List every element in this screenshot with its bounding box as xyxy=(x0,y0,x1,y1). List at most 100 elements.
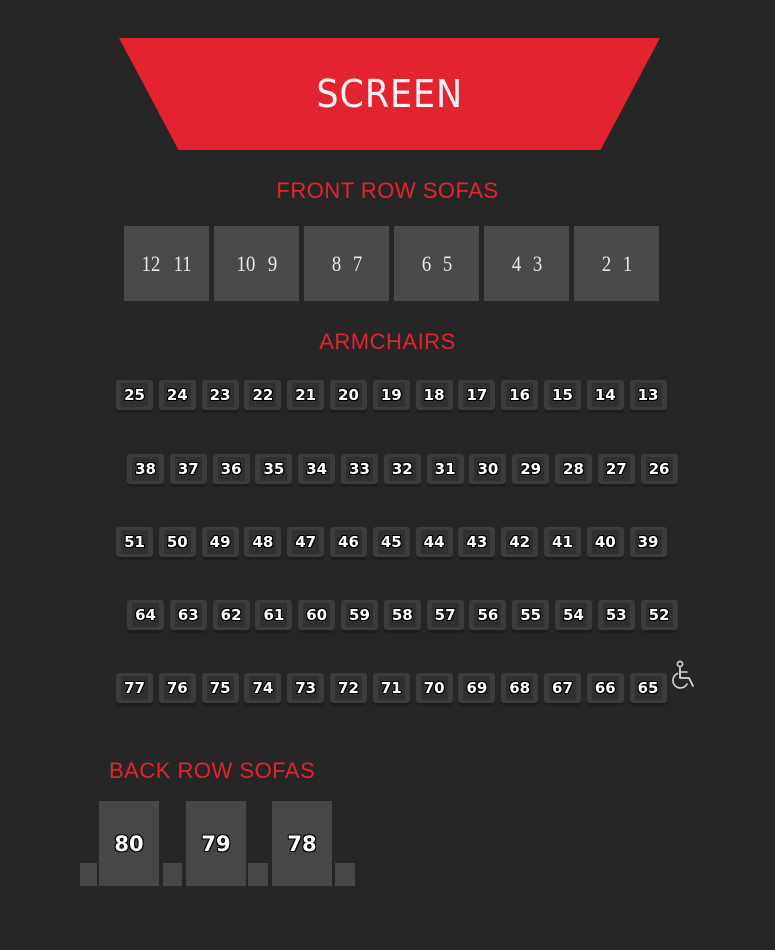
seat-number: 49 xyxy=(209,533,231,551)
armchair-seat[interactable]: 62 xyxy=(212,600,250,633)
armchair-seat[interactable]: 64 xyxy=(127,600,164,633)
armchair-seat[interactable]: 63 xyxy=(169,600,207,633)
seat-number: 53 xyxy=(605,606,627,624)
armchair-seat[interactable]: 27 xyxy=(597,454,635,487)
armchair-seat[interactable]: 23 xyxy=(201,380,239,413)
seat-number: 67 xyxy=(552,679,573,697)
armchair-seat[interactable]: 46 xyxy=(329,527,367,560)
armchair-seat[interactable]: 37 xyxy=(169,454,207,487)
armchair-seat[interactable]: 67 xyxy=(543,673,581,706)
armchair-seat[interactable]: 41 xyxy=(543,527,581,560)
armchair-seat[interactable]: 54 xyxy=(554,600,592,633)
front-sofa-6-5[interactable]: 6 5 xyxy=(394,226,479,301)
armchair-seat[interactable]: 66 xyxy=(586,673,624,706)
armchair-seat[interactable]: 44 xyxy=(415,527,453,560)
seat-number: 71 xyxy=(380,679,402,697)
armchair-seat[interactable]: 51 xyxy=(116,527,153,560)
armchair-seat[interactable]: 49 xyxy=(201,527,239,560)
armchair-seat[interactable]: 13 xyxy=(629,380,667,413)
armchair-seat[interactable]: 77 xyxy=(116,673,153,706)
armchair-seat[interactable]: 14 xyxy=(586,380,624,413)
armchair-seat[interactable]: 35 xyxy=(255,454,293,487)
seat-number: 38 xyxy=(135,460,156,478)
armchair-seat[interactable]: 70 xyxy=(415,673,453,706)
armchair-seat[interactable]: 28 xyxy=(554,454,592,487)
armchair-seat[interactable]: 16 xyxy=(501,380,539,413)
armchair-seat[interactable]: 43 xyxy=(458,527,496,560)
armchair-seat[interactable]: 56 xyxy=(469,600,507,633)
armchair-seat[interactable]: 57 xyxy=(426,600,464,633)
armchair-seat[interactable]: 26 xyxy=(640,454,678,487)
front-sofa-2-1[interactable]: 2 1 xyxy=(574,226,659,301)
armchair-seat[interactable]: 33 xyxy=(340,454,378,487)
seat-number: 1 xyxy=(622,250,632,276)
seat-number: 27 xyxy=(605,460,627,478)
back-sofa-80[interactable]: 80 xyxy=(99,801,159,886)
armchair-seat[interactable]: 52 xyxy=(640,600,678,633)
armchair-seat[interactable]: 45 xyxy=(372,527,410,560)
seat-number: 51 xyxy=(124,533,145,551)
armchair-seat[interactable]: 60 xyxy=(298,600,336,633)
armchair-seat[interactable]: 22 xyxy=(244,380,282,413)
sofa-armrest xyxy=(248,863,268,886)
back-sofa-79[interactable]: 79 xyxy=(186,801,246,886)
armchair-seat[interactable]: 71 xyxy=(372,673,410,706)
back-sofa-78[interactable]: 78 xyxy=(272,801,332,886)
armchair-seat[interactable]: 34 xyxy=(298,454,336,487)
armchair-seat[interactable]: 74 xyxy=(244,673,282,706)
armchair-seat[interactable]: 58 xyxy=(383,600,421,633)
armchair-seat[interactable]: 68 xyxy=(501,673,539,706)
armchair-seat[interactable]: 72 xyxy=(329,673,367,706)
armchair-seat[interactable]: 76 xyxy=(158,673,196,706)
armchair-seat[interactable]: 38 xyxy=(127,454,164,487)
armchair-seat[interactable]: 15 xyxy=(543,380,581,413)
seat-number: 45 xyxy=(380,533,402,551)
armchair-seat[interactable]: 69 xyxy=(458,673,496,706)
armchair-seat[interactable]: 24 xyxy=(158,380,196,413)
armchair-seat[interactable]: 31 xyxy=(426,454,464,487)
armchair-seat[interactable]: 36 xyxy=(212,454,250,487)
front-sofa-10-9[interactable]: 10 9 xyxy=(214,226,299,301)
seat-number: 61 xyxy=(263,606,285,624)
seat-number: 69 xyxy=(466,679,488,697)
armchair-seat[interactable]: 61 xyxy=(255,600,293,633)
seat-number: 54 xyxy=(563,606,584,624)
armchair-seat[interactable]: 59 xyxy=(340,600,378,633)
seat-number: 23 xyxy=(209,386,231,404)
back-row-sofas-heading: BACK ROW SOFAS xyxy=(109,758,316,783)
armchair-seat[interactable]: 40 xyxy=(586,527,624,560)
sofa-armrest xyxy=(80,863,97,886)
armchair-seat[interactable]: 25 xyxy=(116,380,153,413)
armchair-seat[interactable]: 42 xyxy=(501,527,539,560)
armchair-seat[interactable]: 73 xyxy=(287,673,325,706)
front-sofa-row: 12 11 10 9 8 7 6 5 4 3 2 1 xyxy=(124,226,659,301)
seat-number: 22 xyxy=(252,386,274,404)
wheelchair-icon xyxy=(670,660,700,692)
armchair-seat[interactable]: 17 xyxy=(458,380,496,413)
armchair-seat[interactable]: 29 xyxy=(512,454,550,487)
front-sofa-8-7[interactable]: 8 7 xyxy=(304,226,389,301)
seat-number: 76 xyxy=(166,679,188,697)
armchair-seat[interactable]: 32 xyxy=(383,454,421,487)
armchair-seat[interactable]: 18 xyxy=(415,380,453,413)
armchair-seat[interactable]: 39 xyxy=(629,527,667,560)
front-sofa-12-11[interactable]: 12 11 xyxy=(124,226,209,301)
armchair-seat[interactable]: 75 xyxy=(201,673,239,706)
armchair-seat[interactable]: 20 xyxy=(329,380,367,413)
armchair-seat[interactable]: 21 xyxy=(287,380,325,413)
seat-number: 62 xyxy=(220,606,242,624)
armchair-seat[interactable]: 47 xyxy=(287,527,325,560)
seat-number: 32 xyxy=(391,460,413,478)
armchair-seat[interactable]: 55 xyxy=(512,600,550,633)
seat-number: 14 xyxy=(594,386,616,404)
armchair-seat[interactable]: 48 xyxy=(244,527,282,560)
armchair-seat[interactable]: 30 xyxy=(469,454,507,487)
seat-number: 15 xyxy=(552,386,573,404)
armchair-seat[interactable]: 65 xyxy=(629,673,667,706)
armchair-seat[interactable]: 19 xyxy=(372,380,410,413)
front-sofa-4-3[interactable]: 4 3 xyxy=(484,226,569,301)
armchair-seat[interactable]: 50 xyxy=(158,527,196,560)
seat-number: 74 xyxy=(252,679,274,697)
armchair-seat[interactable]: 53 xyxy=(597,600,635,633)
seat-number: 63 xyxy=(177,606,199,624)
